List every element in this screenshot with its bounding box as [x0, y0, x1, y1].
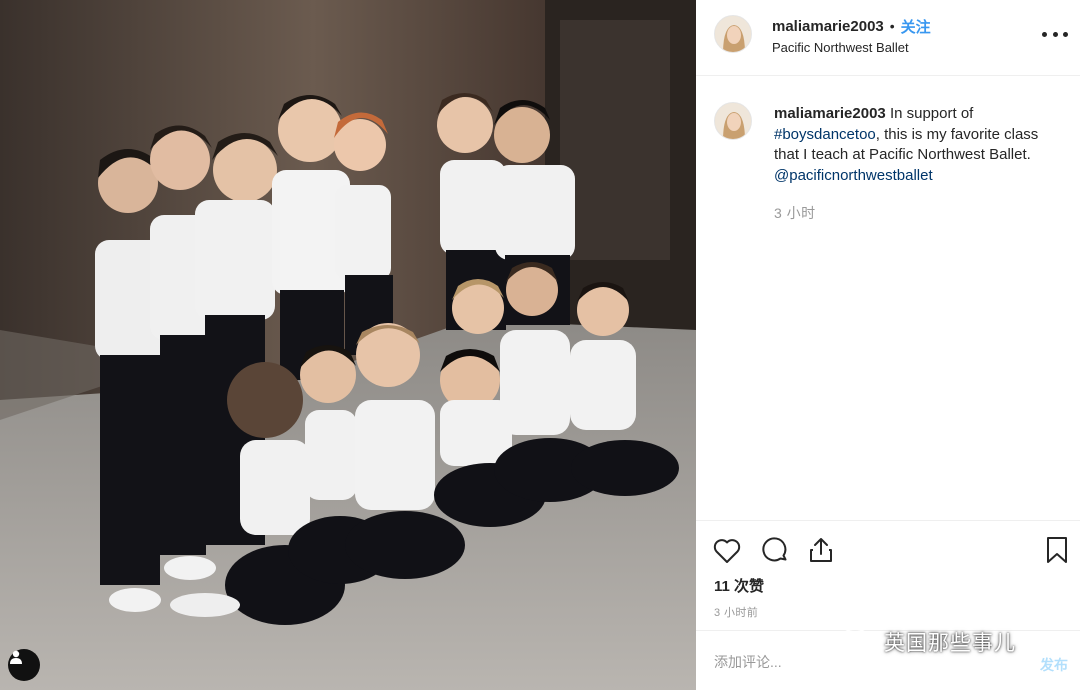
user-icon: [10, 650, 22, 664]
caption-text: In support of: [889, 105, 974, 122]
heart-icon: [713, 539, 741, 563]
username-link[interactable]: maliamarie2003: [772, 18, 884, 35]
bookmark-icon: [1047, 537, 1067, 563]
caption-username[interactable]: maliamarie2003: [774, 105, 886, 122]
photo-illustration: [0, 0, 696, 690]
location-link[interactable]: Pacific Northwest Ballet: [772, 40, 931, 55]
tagged-users-button[interactable]: [8, 649, 40, 681]
post-header: maliamarie2003 • 关注 Pacific Northwest Ba…: [696, 0, 1080, 76]
post-photo[interactable]: [0, 0, 696, 690]
watermark-text: 英国那些事儿: [884, 632, 1016, 655]
comment-button[interactable]: [760, 535, 790, 565]
mention-link[interactable]: @pacificnorthwestballet: [774, 167, 933, 184]
post-actions: 11 次赞 3 小时前: [696, 520, 1080, 630]
profile-picture: [715, 103, 751, 139]
caption-timestamp: 3 小时: [774, 205, 816, 221]
follow-button[interactable]: 关注: [901, 16, 931, 37]
likes-count[interactable]: 11 次赞: [714, 575, 764, 596]
caption-avatar[interactable]: [714, 102, 752, 140]
wechat-logo-icon: [840, 627, 878, 657]
share-icon: [810, 538, 832, 562]
more-options-button[interactable]: [1042, 24, 1068, 44]
post-timestamp: 3 小时前: [714, 607, 759, 619]
like-button[interactable]: [712, 535, 742, 565]
watermark: 英国那些事儿: [840, 624, 1016, 660]
profile-picture: [715, 16, 751, 52]
comment-icon: [762, 537, 787, 562]
save-button[interactable]: [1042, 535, 1072, 565]
hashtag-link[interactable]: #boysdancetoo: [774, 126, 876, 143]
share-button[interactable]: [806, 535, 836, 565]
avatar[interactable]: [714, 15, 752, 53]
post-details-panel: maliamarie2003 • 关注 Pacific Northwest Ba…: [696, 0, 1080, 690]
more-horizontal-icon: [1042, 31, 1047, 37]
post-comment-button[interactable]: 发布: [1040, 655, 1068, 675]
header-text: maliamarie2003 • 关注 Pacific Northwest Ba…: [772, 15, 931, 56]
caption: maliamarie2003 In support of #boysdancet…: [774, 104, 1064, 186]
separator-dot: •: [889, 18, 895, 34]
